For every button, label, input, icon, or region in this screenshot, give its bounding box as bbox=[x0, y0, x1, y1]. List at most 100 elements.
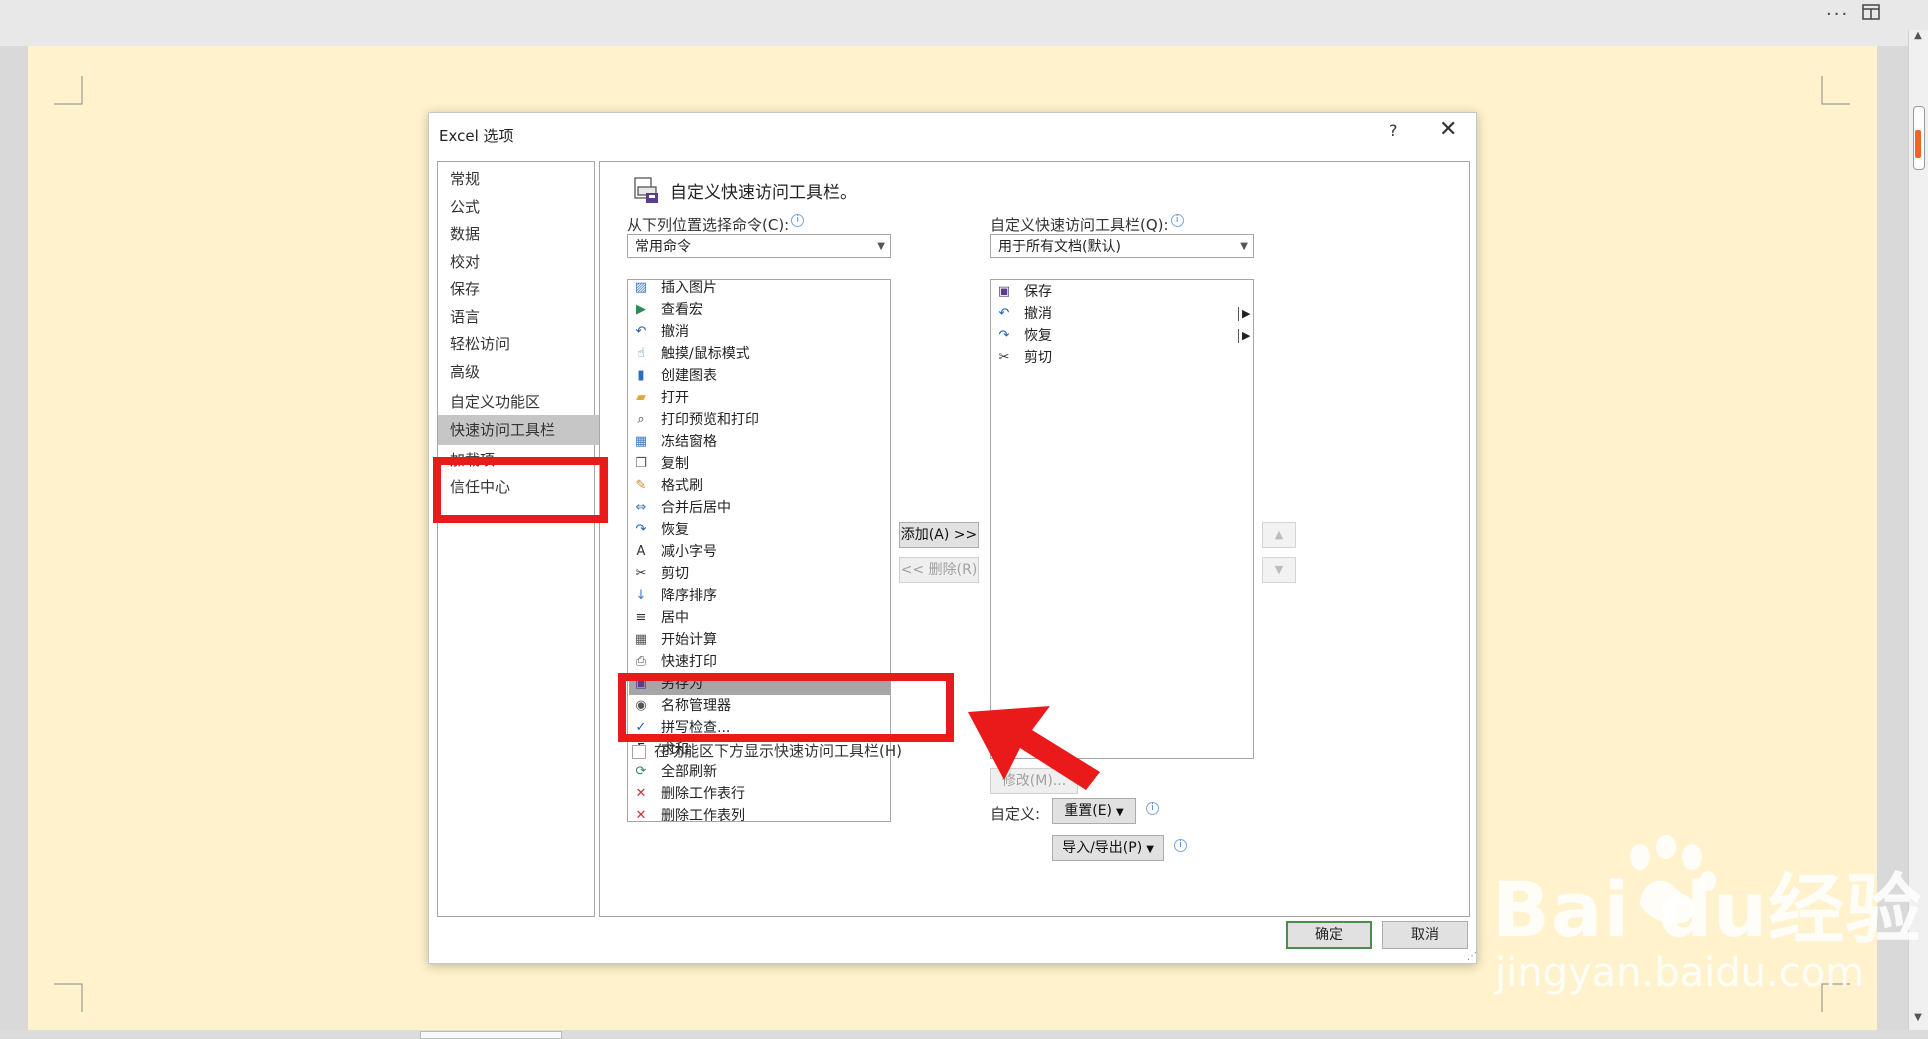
show-below-ribbon-checkbox[interactable] bbox=[632, 745, 646, 759]
reset-dropdown-button[interactable]: 重置(E) ▼ bbox=[1052, 798, 1136, 824]
command-item[interactable]: ≡ 居中 bbox=[629, 607, 890, 629]
command-item-label: 居中 bbox=[661, 610, 689, 626]
chart-icon: ▮ bbox=[637, 368, 645, 383]
highlight-box-nav bbox=[433, 457, 608, 523]
command-item-label: 撤消 bbox=[661, 324, 689, 340]
command-item-label: 触摸/鼠标模式 bbox=[661, 346, 750, 362]
command-item-label: 快速打印 bbox=[661, 654, 717, 670]
choose-commands-label: 从下列位置选择命令(C): i bbox=[627, 214, 805, 235]
scroll-up-arrow-icon[interactable]: ▲ bbox=[1908, 30, 1928, 46]
nav-item-proofing[interactable]: 校对 bbox=[438, 248, 600, 276]
nav-item-quick-access-toolbar[interactable]: 快速访问工具栏 bbox=[438, 415, 600, 445]
toolbar-item[interactable]: ✂ 剪切 bbox=[992, 347, 1252, 369]
command-item[interactable]: ✕ 删除工作表行 bbox=[629, 783, 890, 805]
show-below-ribbon-label: 在功能区下方显示快速访问工具栏(H) bbox=[654, 742, 902, 760]
customizations-label: 自定义: bbox=[990, 805, 1041, 823]
command-item-label: 查看宏 bbox=[661, 302, 703, 318]
delete-row-icon: ✕ bbox=[635, 786, 647, 801]
cut-icon: ✂ bbox=[998, 350, 1010, 365]
submenu-arrow-icon: ▶ bbox=[1242, 307, 1251, 320]
command-item[interactable]: ✂ 剪切 bbox=[629, 563, 890, 585]
import-export-dropdown-button[interactable]: 导入/导出(P) ▼ bbox=[1052, 835, 1164, 861]
command-item-label: 复制 bbox=[661, 456, 689, 472]
command-item[interactable]: ⎙ 快速打印 bbox=[629, 651, 890, 673]
nav-item-customize-ribbon[interactable]: 自定义功能区 bbox=[438, 388, 600, 416]
nav-item-general[interactable]: 常规 bbox=[438, 165, 600, 193]
nav-item-advanced[interactable]: 高级 bbox=[438, 358, 600, 386]
nav-item-language[interactable]: 语言 bbox=[438, 303, 600, 331]
choose-commands-dropdown[interactable]: 常用命令 ▼ bbox=[627, 234, 891, 258]
close-icon[interactable]: ✕ bbox=[1439, 117, 1457, 142]
quick-access-toolbar-icon bbox=[634, 177, 658, 203]
toolbar-item[interactable]: ↶ 撤消 ▶ bbox=[992, 303, 1252, 325]
command-item[interactable]: ▦冻结窗格▶ bbox=[629, 431, 890, 453]
command-item[interactable]: ⟳ 全部刷新 bbox=[629, 761, 890, 783]
customize-toolbar-dropdown[interactable]: 用于所有文档(默认) ▼ bbox=[990, 234, 1254, 258]
move-up-button[interactable]: ▲ bbox=[1262, 522, 1296, 548]
more-options-button[interactable]: ··· bbox=[1826, 4, 1849, 25]
toolbar-item[interactable]: ↷ 恢复 ▶ bbox=[992, 325, 1252, 347]
cancel-button[interactable]: 取消 bbox=[1382, 921, 1468, 949]
nav-item-save[interactable]: 保存 bbox=[438, 275, 600, 303]
play-icon: ▶ bbox=[636, 302, 646, 317]
layout-icon[interactable] bbox=[1862, 4, 1880, 24]
command-item[interactable]: ✕ 删除工作表列 bbox=[629, 805, 890, 822]
copy-icon: ❐ bbox=[635, 456, 647, 471]
refresh-all-icon: ⟳ bbox=[635, 764, 647, 779]
redo-icon: ↷ bbox=[998, 328, 1010, 343]
command-item[interactable]: ▶ 查看宏 bbox=[629, 299, 890, 321]
command-item[interactable]: ↷恢复▶ bbox=[629, 519, 890, 541]
command-item[interactable]: ↓ 降序排序 bbox=[629, 585, 890, 607]
nav-item-formulas[interactable]: 公式 bbox=[438, 193, 600, 221]
nav-item-accessibility[interactable]: 轻松访问 bbox=[438, 330, 600, 358]
info-icon: i bbox=[1146, 802, 1159, 815]
touch-icon: ☝ bbox=[637, 346, 645, 361]
watermark-brand: Bai du经验 bbox=[1492, 865, 1923, 954]
insert-picture-icon: ▨ bbox=[634, 280, 648, 295]
nav-item-data[interactable]: 数据 bbox=[438, 220, 600, 248]
remove-button[interactable]: << 删除(R) bbox=[899, 557, 979, 583]
delete-column-icon: ✕ bbox=[635, 808, 647, 822]
command-item[interactable]: ▦ 开始计算 bbox=[629, 629, 890, 651]
command-item[interactable]: ❐ 复制 bbox=[629, 453, 890, 475]
toolbar-commands-list[interactable]: ▣ 保存 ↶ 撤消 ▶ ↷ 恢复 ▶ ✂ 剪切 bbox=[990, 279, 1254, 759]
help-button[interactable]: ? bbox=[1389, 121, 1398, 140]
command-item[interactable]: ↶撤消▶ bbox=[629, 321, 890, 343]
toolbar-item[interactable]: ▣ 保存 bbox=[992, 281, 1252, 303]
chevron-down-icon: ▼ bbox=[1146, 844, 1154, 855]
undo-icon: ↶ bbox=[635, 324, 647, 339]
info-icon: i bbox=[1170, 214, 1184, 227]
resize-grip-icon[interactable]: ⋰ bbox=[1467, 951, 1477, 962]
scroll-down-arrow-icon[interactable]: ▼ bbox=[1908, 1012, 1928, 1028]
command-item-label: 打印预览和打印 bbox=[661, 412, 759, 428]
cut-icon: ✂ bbox=[635, 566, 647, 581]
command-item-label: 合并后居中 bbox=[661, 500, 731, 516]
ok-button[interactable]: 确定 bbox=[1286, 921, 1372, 949]
print-preview-icon: ⌕ bbox=[637, 412, 645, 427]
highlight-box-save-as bbox=[618, 673, 954, 742]
command-item[interactable]: ✎ 格式刷 bbox=[629, 475, 890, 497]
command-item-label: 删除工作表列 bbox=[661, 808, 745, 822]
horizontal-scrollbar[interactable] bbox=[0, 1030, 1928, 1038]
add-button[interactable]: 添加(A) >> bbox=[899, 522, 979, 548]
command-item[interactable]: ▰ 打开 bbox=[629, 387, 890, 409]
folder-icon: ▰ bbox=[636, 390, 646, 405]
command-item-label: 创建图表 bbox=[661, 368, 717, 384]
merge-center-icon: ⇔ bbox=[635, 500, 647, 515]
command-item[interactable]: ⇔ 合并后居中 bbox=[629, 497, 890, 519]
save-icon: ▣ bbox=[997, 284, 1011, 299]
command-item[interactable]: ▮ 创建图表 bbox=[629, 365, 890, 387]
toolbar-item-label: 撤消 bbox=[1024, 306, 1052, 322]
command-item[interactable]: ⌕ 打印预览和打印 bbox=[629, 409, 890, 431]
command-item[interactable]: ☝触摸/鼠标模式▶ bbox=[629, 343, 890, 365]
toolbar-item-label: 剪切 bbox=[1024, 350, 1052, 366]
command-item-label: 格式刷 bbox=[661, 478, 703, 494]
submenu-arrow-icon: ▶ bbox=[1242, 329, 1251, 342]
command-item-label: 剪切 bbox=[661, 566, 689, 582]
move-down-button[interactable]: ▼ bbox=[1262, 557, 1296, 583]
chevron-down-icon: ▼ bbox=[1116, 807, 1124, 818]
command-item[interactable]: ▨ 插入图片 bbox=[629, 280, 890, 299]
quick-print-icon: ⎙ bbox=[635, 654, 647, 669]
undo-icon: ↶ bbox=[998, 306, 1010, 321]
command-item[interactable]: A 减小字号 bbox=[629, 541, 890, 563]
